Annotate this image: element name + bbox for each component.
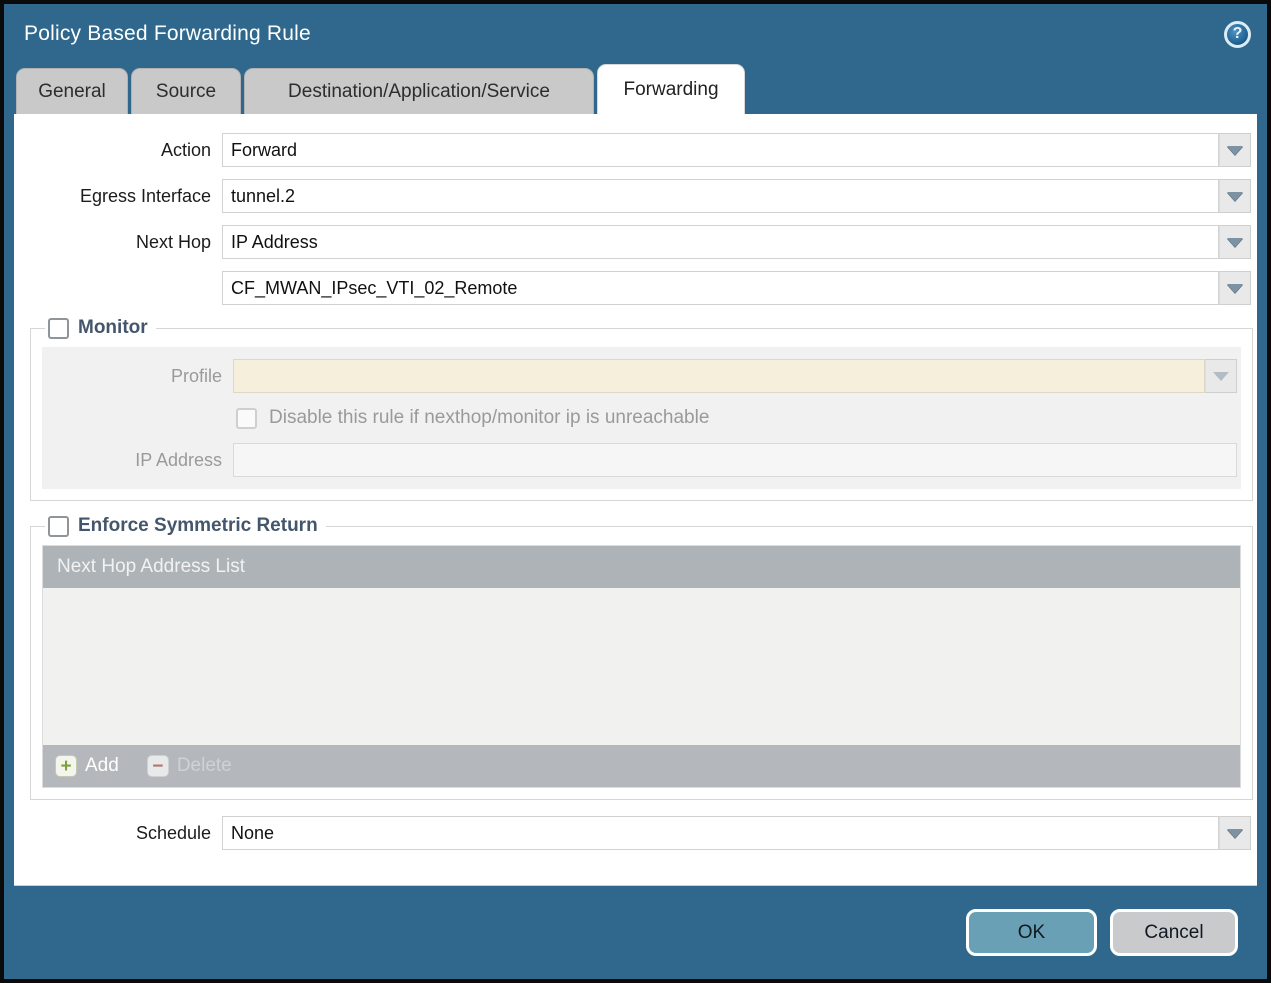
next-hop-address-table: Next Hop Address List + Add − Delete bbox=[42, 545, 1241, 788]
tab-general[interactable]: General bbox=[16, 68, 128, 114]
egress-interface-input[interactable] bbox=[222, 179, 1219, 213]
add-button[interactable]: + Add bbox=[55, 755, 119, 777]
monitor-profile-dropdown-button bbox=[1205, 359, 1237, 393]
chevron-down-icon bbox=[1227, 192, 1243, 201]
add-button-label: Add bbox=[85, 755, 119, 777]
next-hop-address-list-header: Next Hop Address List bbox=[43, 546, 1240, 588]
action-combo bbox=[222, 133, 1251, 167]
pbf-rule-dialog: Policy Based Forwarding Rule ? General S… bbox=[0, 0, 1271, 983]
egress-interface-label: Egress Interface bbox=[14, 186, 222, 207]
chevron-down-icon bbox=[1227, 238, 1243, 247]
next-hop-dropdown-button[interactable] bbox=[1219, 225, 1251, 259]
minus-icon: − bbox=[147, 755, 169, 777]
monitor-profile-row: Profile bbox=[42, 359, 1241, 393]
monitor-fieldset: Monitor Profile Disable this rule if nex… bbox=[30, 317, 1253, 501]
next-hop-address-input[interactable] bbox=[222, 271, 1219, 305]
monitor-profile-input bbox=[233, 359, 1205, 393]
egress-interface-dropdown-button[interactable] bbox=[1219, 179, 1251, 213]
symmetric-return-fieldset: Enforce Symmetric Return Next Hop Addres… bbox=[30, 515, 1253, 800]
action-input[interactable] bbox=[222, 133, 1219, 167]
schedule-combo bbox=[222, 816, 1251, 850]
next-hop-address-list-footer: + Add − Delete bbox=[43, 745, 1240, 787]
delete-button: − Delete bbox=[147, 755, 232, 777]
tab-destination-application-service[interactable]: Destination/Application/Service bbox=[244, 68, 594, 114]
next-hop-type-input[interactable] bbox=[222, 225, 1219, 259]
tab-source[interactable]: Source bbox=[131, 68, 241, 114]
ok-button[interactable]: OK bbox=[966, 909, 1097, 956]
tab-bar: General Source Destination/Application/S… bbox=[4, 64, 1267, 114]
next-hop-address-row bbox=[14, 271, 1257, 305]
chevron-down-icon bbox=[1227, 284, 1243, 293]
next-hop-label: Next Hop bbox=[14, 232, 222, 253]
tab-forwarding[interactable]: Forwarding bbox=[597, 64, 745, 114]
monitor-profile-combo bbox=[233, 359, 1237, 393]
dialog-title: Policy Based Forwarding Rule bbox=[24, 22, 311, 46]
delete-button-label: Delete bbox=[177, 755, 232, 777]
monitor-ip-row: IP Address bbox=[42, 443, 1241, 477]
next-hop-address-dropdown-button[interactable] bbox=[1219, 271, 1251, 305]
action-dropdown-button[interactable] bbox=[1219, 133, 1251, 167]
egress-interface-combo bbox=[222, 179, 1251, 213]
schedule-dropdown-button[interactable] bbox=[1219, 816, 1251, 850]
disable-rule-checkbox bbox=[236, 408, 257, 429]
action-row: Action bbox=[14, 133, 1257, 167]
monitor-ip-input bbox=[233, 443, 1237, 477]
next-hop-address-combo bbox=[222, 271, 1251, 305]
next-hop-row: Next Hop bbox=[14, 225, 1257, 259]
schedule-input[interactable] bbox=[222, 816, 1219, 850]
plus-icon: + bbox=[55, 755, 77, 777]
monitor-ip-label: IP Address bbox=[42, 450, 233, 471]
symmetric-return-legend-label: Enforce Symmetric Return bbox=[78, 515, 318, 537]
next-hop-combo bbox=[222, 225, 1251, 259]
egress-interface-row: Egress Interface bbox=[14, 179, 1257, 213]
disable-rule-label: Disable this rule if nexthop/monitor ip … bbox=[269, 407, 709, 429]
dialog-titlebar: Policy Based Forwarding Rule ? bbox=[4, 4, 1267, 64]
chevron-down-icon bbox=[1227, 829, 1243, 838]
monitor-disable-rule-row: Disable this rule if nexthop/monitor ip … bbox=[236, 407, 1241, 429]
forwarding-tab-panel: Action Egress Interface Next Hop bbox=[14, 114, 1257, 886]
next-hop-address-list-body[interactable] bbox=[43, 588, 1240, 745]
help-icon[interactable]: ? bbox=[1224, 21, 1251, 48]
schedule-label: Schedule bbox=[14, 823, 222, 844]
monitor-ip-combo bbox=[233, 443, 1237, 477]
monitor-checkbox[interactable] bbox=[48, 318, 69, 339]
monitor-legend-label: Monitor bbox=[78, 317, 148, 339]
monitor-profile-label: Profile bbox=[42, 366, 233, 387]
schedule-row: Schedule bbox=[14, 816, 1257, 850]
dialog-footer: OK Cancel bbox=[4, 886, 1267, 979]
symmetric-return-legend: Enforce Symmetric Return bbox=[45, 515, 326, 537]
chevron-down-icon bbox=[1227, 146, 1243, 155]
monitor-legend: Monitor bbox=[45, 317, 156, 339]
cancel-button[interactable]: Cancel bbox=[1110, 909, 1238, 956]
action-label: Action bbox=[14, 140, 222, 161]
symmetric-return-checkbox[interactable] bbox=[48, 516, 69, 537]
monitor-panel: Profile Disable this rule if nexthop/mon… bbox=[42, 347, 1241, 489]
chevron-down-icon bbox=[1213, 372, 1229, 381]
